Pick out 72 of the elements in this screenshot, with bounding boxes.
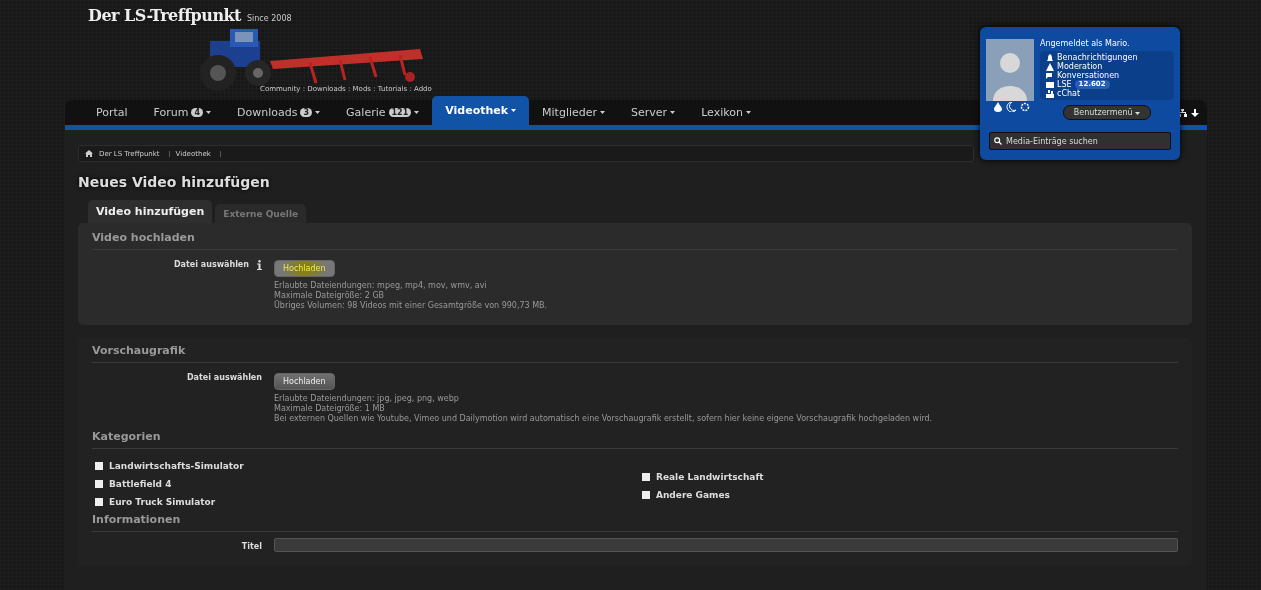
checkbox-label: Euro Truck Simulator [109, 497, 216, 507]
caret-icon [511, 109, 517, 112]
upload-button[interactable]: Hochladen [274, 260, 335, 277]
form-tab[interactable]: Video hinzufügen [88, 200, 213, 223]
user-menu-link[interactable]: Benachrichtigungen [1046, 53, 1168, 62]
caret-icon [1135, 112, 1141, 115]
nav-tab[interactable]: Server [618, 100, 689, 125]
hint-text: Erlaubte Dateiendungen: jpg, jpeg, png, webp [274, 394, 460, 404]
people-icon [1046, 89, 1054, 98]
hint-text: Maximale Dateigröße: 1 MB [274, 404, 386, 414]
hint-text: Erlaubte Dateiendungen: mpeg, mp4, mov, wmv, avi [274, 281, 488, 291]
nav-tab[interactable]: Videothek [432, 96, 530, 125]
checkbox-label: Battlefield 4 [109, 479, 172, 489]
title-field[interactable] [274, 538, 1178, 552]
field-label: Datei auswählen [173, 260, 249, 271]
checkbox-label: Landwirtschafts-Simulator [109, 461, 244, 471]
hint-text: Maximale Dateigröße: 2 GB [274, 291, 386, 300]
checkbox[interactable] [95, 462, 103, 470]
sun-icon[interactable] [1020, 102, 1030, 112]
caret-icon [745, 111, 751, 114]
arrow-down-icon[interactable] [1191, 108, 1199, 117]
field-label: Datei auswählen [186, 373, 262, 384]
nav-tab[interactable]: Forum 4 [140, 100, 225, 125]
checkbox[interactable] [642, 491, 650, 499]
home-icon[interactable] [85, 150, 93, 157]
section-heading: Video hochladen [92, 231, 1178, 250]
category-checkbox[interactable]: Reale Landwirtschaft [642, 472, 1178, 482]
checkbox-label: Reale Landwirtschaft [656, 472, 764, 482]
site-logo[interactable]: Der LS-Treffpunkt [88, 6, 241, 25]
nav-tab[interactable]: Galerie 121 [333, 100, 433, 125]
field-label: Titel [241, 542, 262, 552]
category-checkbox[interactable]: Andere Games [642, 490, 1178, 500]
checkbox[interactable] [95, 480, 103, 488]
category-checkbox[interactable]: Battlefield 4 [95, 479, 642, 489]
search-icon [994, 137, 1002, 145]
user-menu-button[interactable]: Benutzermenü [1062, 105, 1152, 120]
bell-icon [1046, 53, 1054, 62]
count-badge: 121 [388, 108, 412, 117]
chat-icon [1046, 71, 1054, 80]
section-heading: Kategorien [92, 430, 1178, 449]
count-badge: 3 [300, 108, 313, 117]
checkbox[interactable] [642, 473, 650, 481]
nav-tab[interactable]: Mitglieder [529, 100, 619, 125]
checkbox-label: Andere Games [656, 490, 730, 500]
since-text: Since 2008 [247, 14, 292, 23]
count-badge: 4 [191, 108, 204, 117]
caret-icon [315, 111, 321, 114]
section-heading: Informationen [92, 513, 1178, 532]
user-menu-link[interactable]: Moderation [1046, 62, 1168, 71]
checkbox[interactable] [95, 498, 103, 506]
nav-tab[interactable]: Lexikon [688, 100, 764, 125]
caret-icon [670, 111, 676, 114]
category-checkbox[interactable]: Landwirtschafts-Simulator [95, 461, 642, 471]
nav-tab[interactable]: Downloads 3 [224, 100, 334, 125]
section-heading: Vorschaugrafik [92, 344, 1178, 363]
user-menu-link[interactable]: cChat [1046, 89, 1168, 98]
login-greeting: Angemeldet als Mario. [1040, 39, 1131, 48]
search-field[interactable]: Media-Einträge suchen [989, 132, 1171, 150]
nav-tab[interactable]: Portal [83, 100, 141, 125]
warning-icon [1046, 62, 1054, 71]
info-icon[interactable] [257, 260, 262, 270]
caret-icon [414, 111, 420, 114]
category-checkbox[interactable]: Euro Truck Simulator [95, 497, 642, 507]
page-title: Neues Video hinzufügen [78, 174, 271, 190]
user-menu-link[interactable]: Konversationen [1046, 71, 1168, 80]
moon-icon[interactable] [1006, 102, 1016, 112]
upload-button[interactable]: Hochladen [274, 373, 335, 390]
hint-text: Übriges Volumen: 98 Videos mit einer Gesamtgröße von 990,73 MB. [274, 301, 549, 311]
drop-icon[interactable] [994, 102, 1002, 112]
caret-icon [206, 111, 212, 114]
caret-icon [600, 111, 606, 114]
hint-text: Bei externen Quellen wie Youtube, Vimeo und Dailymotion wird automatisch eine Vorschaugrafik erstellt, sofern hier keine eigene Vorschaugrafik hochgeladen wird. [274, 414, 934, 424]
